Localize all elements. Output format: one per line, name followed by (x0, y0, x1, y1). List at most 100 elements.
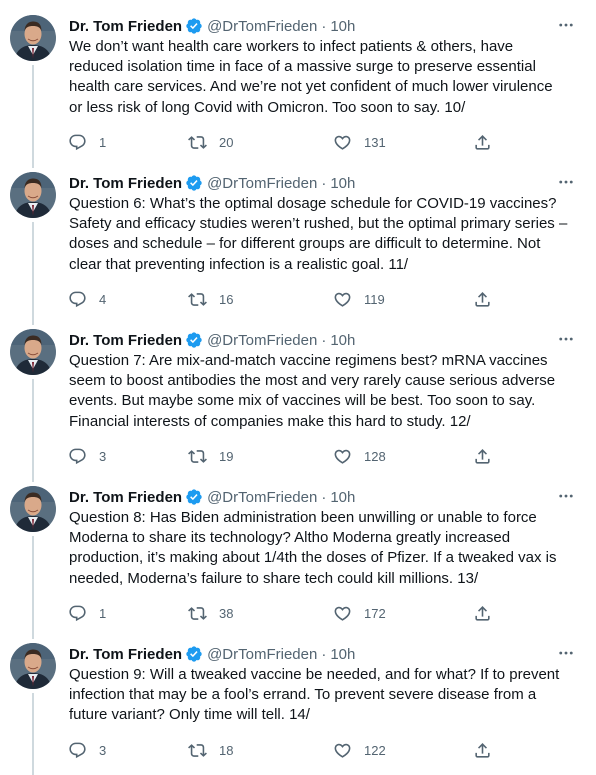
like-button[interactable]: 172 (333, 603, 386, 623)
reply-button[interactable]: 3 (68, 446, 106, 466)
avatar[interactable] (10, 172, 56, 218)
reply-icon (68, 604, 87, 623)
tweet-actions: 3 18 122 (68, 740, 498, 760)
separator-dot: · (321, 17, 327, 35)
retweet-icon (188, 604, 207, 623)
like-count: 172 (364, 605, 386, 621)
retweet-button[interactable]: 20 (188, 132, 233, 152)
author-handle[interactable]: @DrTomFrieden (207, 175, 317, 192)
more-options-icon[interactable] (556, 15, 576, 35)
avatar[interactable] (10, 329, 56, 375)
timestamp[interactable]: 10h (330, 646, 355, 663)
author-handle[interactable]: @DrTomFrieden (207, 489, 317, 506)
reply-button[interactable]: 1 (68, 132, 106, 152)
retweet-button[interactable]: 18 (188, 740, 233, 760)
tweet-header: Dr. Tom Frieden @DrTomFrieden · 10h (69, 330, 355, 350)
timestamp[interactable]: 10h (330, 175, 355, 192)
retweet-button[interactable]: 38 (188, 603, 233, 623)
thread-connector-line (32, 222, 34, 325)
retweet-count: 38 (219, 605, 234, 621)
tweet-header: Dr. Tom Frieden @DrTomFrieden · 10h (69, 644, 355, 664)
avatar[interactable] (10, 643, 56, 689)
tweet-header: Dr. Tom Frieden @DrTomFrieden · 10h (69, 173, 355, 193)
retweet-count: 18 (219, 742, 234, 758)
retweet-icon (188, 741, 207, 760)
reply-count: 3 (99, 742, 107, 758)
tweet-text: Question 9: Will a tweaked vaccine be ne… (69, 666, 560, 724)
avatar[interactable] (10, 486, 56, 532)
like-count: 128 (364, 448, 386, 464)
timestamp[interactable]: 10h (330, 489, 355, 506)
share-button[interactable] (473, 740, 492, 760)
retweet-icon (188, 290, 207, 309)
separator-dot: · (321, 174, 327, 192)
thread-connector-line (32, 65, 34, 168)
retweet-count: 20 (219, 134, 234, 150)
heart-icon (333, 604, 352, 623)
retweet-button[interactable]: 19 (188, 446, 233, 466)
reply-count: 1 (99, 605, 107, 621)
like-button[interactable]: 122 (333, 740, 386, 760)
separator-dot: · (321, 488, 327, 506)
tweet-actions: 1 20 131 (68, 132, 498, 152)
retweet-count: 19 (219, 448, 234, 464)
more-options-icon[interactable] (556, 486, 576, 506)
reply-count: 3 (99, 448, 107, 464)
heart-icon (333, 741, 352, 760)
author-name[interactable]: Dr. Tom Frieden (69, 332, 182, 349)
author-name[interactable]: Dr. Tom Frieden (69, 18, 182, 35)
author-name[interactable]: Dr. Tom Frieden (69, 489, 182, 506)
verified-badge-icon (185, 645, 203, 663)
thread-connector-line (32, 536, 34, 639)
share-icon (473, 133, 492, 152)
share-button[interactable] (473, 132, 492, 152)
author-handle[interactable]: @DrTomFrieden (207, 646, 317, 663)
tweet-text: We don’t want health care workers to inf… (69, 38, 553, 116)
share-icon (473, 604, 492, 623)
reply-button[interactable]: 3 (68, 740, 106, 760)
share-button[interactable] (473, 446, 492, 466)
timestamp[interactable]: 10h (330, 18, 355, 35)
tweet-actions: 1 38 172 (68, 603, 498, 623)
reply-button[interactable]: 4 (68, 289, 106, 309)
heart-icon (333, 447, 352, 466)
like-count: 119 (364, 291, 385, 307)
author-name[interactable]: Dr. Tom Frieden (69, 646, 182, 663)
like-button[interactable]: 128 (333, 446, 386, 466)
tweet-text: Question 7: Are mix-and-match vaccine re… (69, 352, 556, 430)
share-button[interactable] (473, 289, 492, 309)
share-icon (473, 741, 492, 760)
author-handle[interactable]: @DrTomFrieden (207, 332, 317, 349)
share-icon (473, 447, 492, 466)
reply-count: 1 (99, 134, 107, 150)
timestamp[interactable]: 10h (330, 332, 355, 349)
separator-dot: · (321, 331, 327, 349)
share-button[interactable] (473, 603, 492, 623)
more-options-icon[interactable] (556, 172, 576, 192)
more-options-icon[interactable] (556, 643, 576, 663)
verified-badge-icon (185, 331, 203, 349)
reply-button[interactable]: 1 (68, 603, 106, 623)
author-name[interactable]: Dr. Tom Frieden (69, 175, 182, 192)
thread-connector-line (32, 379, 34, 482)
tweet-actions: 3 19 128 (68, 446, 498, 466)
heart-icon (333, 290, 352, 309)
heart-icon (333, 133, 352, 152)
reply-icon (68, 447, 87, 466)
tweet-text: Question 8: Has Biden administration bee… (69, 509, 557, 587)
retweet-count: 16 (219, 291, 234, 307)
author-handle[interactable]: @DrTomFrieden (207, 18, 317, 35)
reply-count: 4 (99, 291, 107, 307)
more-options-icon[interactable] (556, 329, 576, 349)
tweet-actions: 4 16 119 (68, 289, 498, 309)
retweet-button[interactable]: 16 (188, 289, 233, 309)
tweet-header: Dr. Tom Frieden @DrTomFrieden · 10h (69, 16, 355, 36)
reply-icon (68, 133, 87, 152)
avatar[interactable] (10, 15, 56, 61)
like-button[interactable]: 131 (333, 132, 386, 152)
separator-dot: · (321, 645, 327, 663)
verified-badge-icon (185, 17, 203, 35)
verified-badge-icon (185, 488, 203, 506)
reply-icon (68, 290, 87, 309)
like-button[interactable]: 119 (333, 289, 385, 309)
